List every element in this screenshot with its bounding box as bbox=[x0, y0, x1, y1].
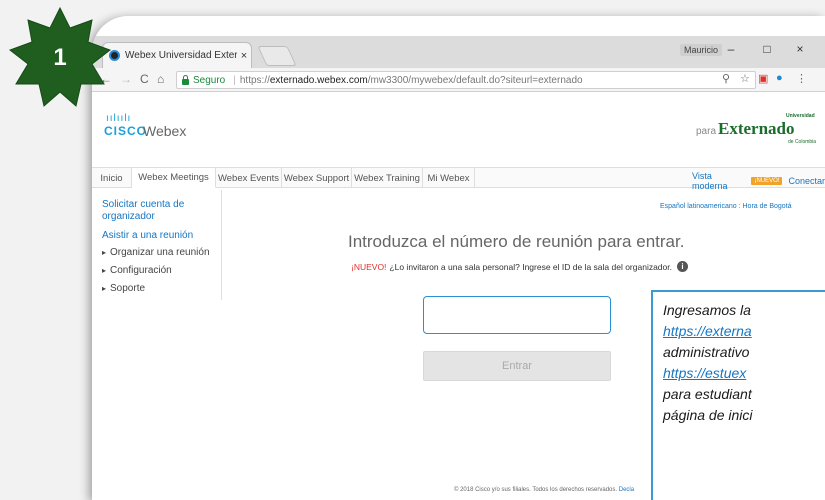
externado-logo: Universidad Externado de Colombia bbox=[718, 113, 818, 145]
callout-link[interactable]: https://externa bbox=[663, 321, 825, 342]
tab-mi-webex[interactable]: Mi Webex bbox=[423, 168, 475, 188]
callout-line: página de inici bbox=[663, 407, 753, 423]
tab-webex-events[interactable]: Webex Events bbox=[216, 168, 282, 188]
url-separator: | bbox=[233, 74, 236, 86]
reload-icon[interactable]: C bbox=[140, 72, 149, 86]
vista-moderna-link[interactable]: Vista moderna bbox=[692, 171, 747, 191]
vista-moderna: Vista moderna ¡NUEVO! Conectar bbox=[692, 171, 825, 191]
step-number: 1 bbox=[53, 44, 67, 71]
step-badge: 1 bbox=[8, 6, 112, 110]
tab-webex-meetings[interactable]: Webex Meetings bbox=[132, 168, 216, 188]
secure-label: Seguro bbox=[193, 74, 226, 86]
meeting-number-input[interactable] bbox=[423, 296, 611, 334]
home-icon[interactable]: ⌂ bbox=[157, 72, 164, 86]
nuevo-label: ¡NUEVO! bbox=[351, 261, 387, 272]
personal-room-note: ¡NUEVO! ¿Lo invitaron a una sala persona… bbox=[351, 261, 688, 272]
url-path: /mw3300/mywebex/default.do?siteurl=exter… bbox=[367, 74, 583, 86]
forward-icon[interactable]: → bbox=[120, 72, 132, 86]
callout-link[interactable]: https://estuex bbox=[663, 363, 825, 384]
info-icon[interactable]: i bbox=[677, 261, 688, 272]
nuevo-badge: ¡NUEVO! bbox=[751, 177, 783, 185]
menu-icon[interactable]: ⋮ bbox=[796, 72, 807, 85]
url-host: externado.webex.com bbox=[269, 74, 368, 86]
url-protocol: https:// bbox=[239, 74, 270, 86]
externado-name: Externado bbox=[718, 119, 795, 138]
personal-room-text: ¿Lo invitaron a una sala personal? Ingre… bbox=[389, 261, 672, 272]
url-field[interactable]: Seguro | https:// externado.webex.com /m… bbox=[176, 71, 756, 89]
copyright: © 2018 Cisco y/o sus filiales. Todos los… bbox=[454, 487, 618, 493]
sidebar-item-organizar[interactable]: Organizar una reunión bbox=[102, 247, 210, 258]
footer-link[interactable]: Decla bbox=[619, 487, 634, 493]
zoom-icon[interactable]: ⚲ bbox=[722, 72, 730, 85]
extension-icon[interactable]: ▣ bbox=[758, 72, 768, 85]
account-icon[interactable]: ● bbox=[776, 72, 783, 84]
browser-tab[interactable]: Webex Universidad Extern × bbox=[102, 42, 252, 68]
cisco-bars-icon: ıılıılı bbox=[106, 113, 132, 124]
sidebar-item-soporte[interactable]: Soporte bbox=[102, 283, 145, 294]
externado-sub: de Colombia bbox=[788, 139, 817, 145]
header-logos: ıılıılı CISCO Webex para Universidad Ext… bbox=[92, 93, 825, 155]
footer: © 2018 Cisco y/o sus filiales. Todos los… bbox=[454, 487, 634, 493]
lock-icon bbox=[182, 74, 189, 85]
entrar-button[interactable]: Entrar bbox=[423, 351, 611, 381]
profile-name[interactable]: Mauricio bbox=[680, 44, 723, 56]
locale-link[interactable]: Español latinoamericano : Hora de Bogotá bbox=[660, 203, 792, 210]
star-icon[interactable]: ☆ bbox=[740, 72, 750, 85]
close-tab-icon[interactable]: × bbox=[237, 50, 251, 62]
tab-title: Webex Universidad Extern bbox=[125, 50, 237, 61]
new-tab-button[interactable] bbox=[257, 46, 297, 66]
sidebar: Solicitar cuenta de organizador Asistir … bbox=[92, 190, 222, 300]
asistir-link[interactable]: Asistir a una reunión bbox=[102, 230, 193, 242]
tab-webex-support[interactable]: Webex Support bbox=[282, 168, 352, 188]
webex-logo: Webex bbox=[143, 123, 187, 139]
cisco-logo: CISCO bbox=[104, 124, 148, 138]
page-title: Introduzca el número de reunión para ent… bbox=[348, 232, 685, 251]
callout-line: administrativo bbox=[663, 344, 750, 360]
tab-inicio[interactable]: Inicio bbox=[92, 168, 132, 188]
solicitar-line-1: Solicitar cuenta de bbox=[102, 199, 185, 210]
callout-box: Ingresamos la https://externa administra… bbox=[651, 290, 825, 500]
conectar-link[interactable]: Conectar bbox=[788, 176, 825, 186]
sidebar-item-configuracion[interactable]: Configuración bbox=[102, 265, 172, 276]
webex-nav: Inicio Webex Meetings Webex Events Webex… bbox=[92, 167, 825, 191]
address-bar: ← → C ⌂ Seguro | https:// externado.webe… bbox=[92, 68, 825, 92]
solicitar-cuenta-link[interactable]: Solicitar cuenta de organizador bbox=[102, 199, 184, 223]
para-label: para bbox=[696, 126, 717, 137]
maximize-icon[interactable]: □ bbox=[756, 42, 778, 56]
solicitar-line-2: organizador bbox=[102, 211, 155, 222]
callout-line: Ingresamos la bbox=[663, 302, 751, 318]
close-window-icon[interactable]: × bbox=[789, 42, 811, 56]
tab-webex-training[interactable]: Webex Training bbox=[352, 168, 423, 188]
browser-tab-bar: Webex Universidad Extern × Mauricio – □ … bbox=[92, 36, 825, 68]
callout-line: para estudiant bbox=[663, 386, 752, 402]
minimize-icon[interactable]: – bbox=[720, 42, 742, 56]
